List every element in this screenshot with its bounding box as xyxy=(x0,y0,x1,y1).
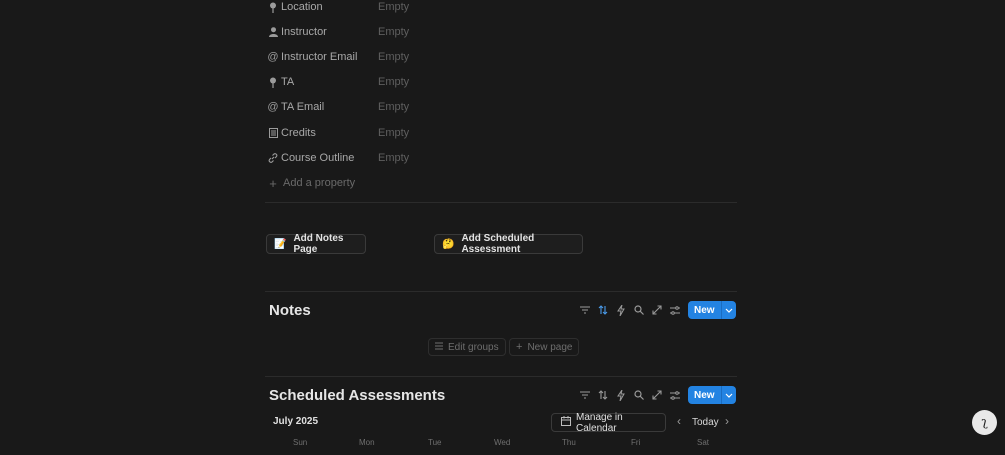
calendar-month-label: July 2025 xyxy=(273,416,319,427)
filter-icon[interactable] xyxy=(576,386,594,404)
property-instructor-email[interactable]: @ Instructor Email Empty xyxy=(267,47,409,67)
property-name: TA xyxy=(281,76,295,88)
link-icon xyxy=(268,152,278,164)
person-icon xyxy=(268,26,278,38)
divider xyxy=(265,291,737,292)
manage-in-calendar-button[interactable]: Manage in Calendar xyxy=(551,411,666,434)
property-name: TA Email xyxy=(281,101,325,113)
weekday-fri: Fri xyxy=(631,438,641,447)
thinking-face-icon: 🤔 xyxy=(442,238,455,250)
search-icon[interactable] xyxy=(630,301,648,319)
notes-toolbar: New xyxy=(576,301,736,319)
chevron-down-icon[interactable] xyxy=(720,301,736,319)
assessments-new-button[interactable]: New xyxy=(688,386,736,404)
search-icon[interactable] xyxy=(630,386,648,404)
edit-groups-button[interactable]: Edit groups xyxy=(428,338,506,356)
scheduled-assessments-title[interactable]: Scheduled Assessments xyxy=(269,387,445,404)
sort-icon[interactable] xyxy=(594,301,612,319)
notes-title[interactable]: Notes xyxy=(269,302,311,319)
plus-icon: + xyxy=(516,341,523,353)
add-property-label: Add a property xyxy=(283,177,356,189)
settings-sliders-icon[interactable] xyxy=(666,301,684,319)
new-label[interactable]: New xyxy=(688,301,721,319)
today-button[interactable]: Today xyxy=(692,417,719,428)
weekday-sun: Sun xyxy=(293,438,308,447)
notion-ai-face-icon: ʅ xyxy=(981,415,988,430)
filter-icon[interactable] xyxy=(576,301,594,319)
property-ta[interactable]: TA Empty xyxy=(268,72,409,92)
list-icon xyxy=(435,342,443,353)
weekday-mon: Mon xyxy=(359,438,375,447)
property-value[interactable]: Empty xyxy=(378,1,409,13)
divider xyxy=(265,376,737,377)
add-notes-page-button[interactable]: 📝 Add Notes Page xyxy=(266,233,366,255)
property-value[interactable]: Empty xyxy=(378,152,409,164)
divider xyxy=(265,202,737,203)
property-name: Course Outline xyxy=(281,152,355,164)
course-page: Location Empty Instructor Empty @ Instru… xyxy=(0,0,1005,455)
add-scheduled-assessment-button[interactable]: 🤔 Add Scheduled Assessment xyxy=(434,233,583,255)
notes-new-button[interactable]: New xyxy=(688,301,736,319)
property-course-outline[interactable]: Course Outline Empty xyxy=(268,148,409,168)
settings-sliders-icon[interactable] xyxy=(666,386,684,404)
chevron-right-icon[interactable]: › xyxy=(725,414,729,428)
chevron-down-icon[interactable] xyxy=(720,386,736,404)
edit-groups-label: Edit groups xyxy=(448,341,499,353)
weekday-wed: Wed xyxy=(494,438,511,447)
help-button[interactable]: ʅ xyxy=(972,410,997,435)
property-credits[interactable]: Credits Empty xyxy=(268,123,409,143)
new-page-label: New page xyxy=(527,341,573,353)
property-value[interactable]: Empty xyxy=(378,127,409,139)
property-value[interactable]: Empty xyxy=(378,101,409,113)
new-page-button[interactable]: + New page xyxy=(509,338,580,356)
property-name: Location xyxy=(281,1,323,13)
property-instructor[interactable]: Instructor Empty xyxy=(268,22,409,42)
new-label[interactable]: New xyxy=(688,386,721,404)
property-value[interactable]: Empty xyxy=(378,51,409,63)
manage-in-calendar-label: Manage in Calendar xyxy=(576,411,623,434)
add-scheduled-assessment-label: Add Scheduled Assessment xyxy=(461,233,535,255)
add-property-button[interactable]: + Add a property xyxy=(268,173,355,193)
pin-icon xyxy=(268,1,278,13)
property-name: Instructor Email xyxy=(281,51,358,63)
book-icon xyxy=(268,127,278,139)
chevron-left-icon[interactable]: ‹ xyxy=(677,414,681,428)
property-ta-email[interactable]: @ TA Email Empty xyxy=(267,97,409,117)
weekday-tue: Tue xyxy=(428,438,442,447)
property-name: Instructor xyxy=(281,26,327,38)
lightning-icon[interactable] xyxy=(612,301,630,319)
weekday-thu: Thu xyxy=(562,438,576,447)
plus-icon: + xyxy=(269,175,277,191)
sort-icon[interactable] xyxy=(594,386,612,404)
pin-icon xyxy=(268,76,278,88)
at-icon: @ xyxy=(267,101,279,113)
lightning-icon[interactable] xyxy=(612,386,630,404)
at-icon: @ xyxy=(267,51,279,63)
calendar-icon xyxy=(561,416,571,429)
assessments-toolbar: New xyxy=(576,386,736,404)
expand-icon[interactable] xyxy=(648,301,666,319)
add-notes-page-label: Add Notes Page xyxy=(293,233,344,255)
memo-icon: 📝 xyxy=(274,238,287,250)
expand-icon[interactable] xyxy=(648,386,666,404)
property-value[interactable]: Empty xyxy=(378,26,409,38)
weekday-sat: Sat xyxy=(697,438,710,447)
property-value[interactable]: Empty xyxy=(378,76,409,88)
property-location[interactable]: Location Empty xyxy=(268,0,409,17)
property-name: Credits xyxy=(281,127,316,139)
